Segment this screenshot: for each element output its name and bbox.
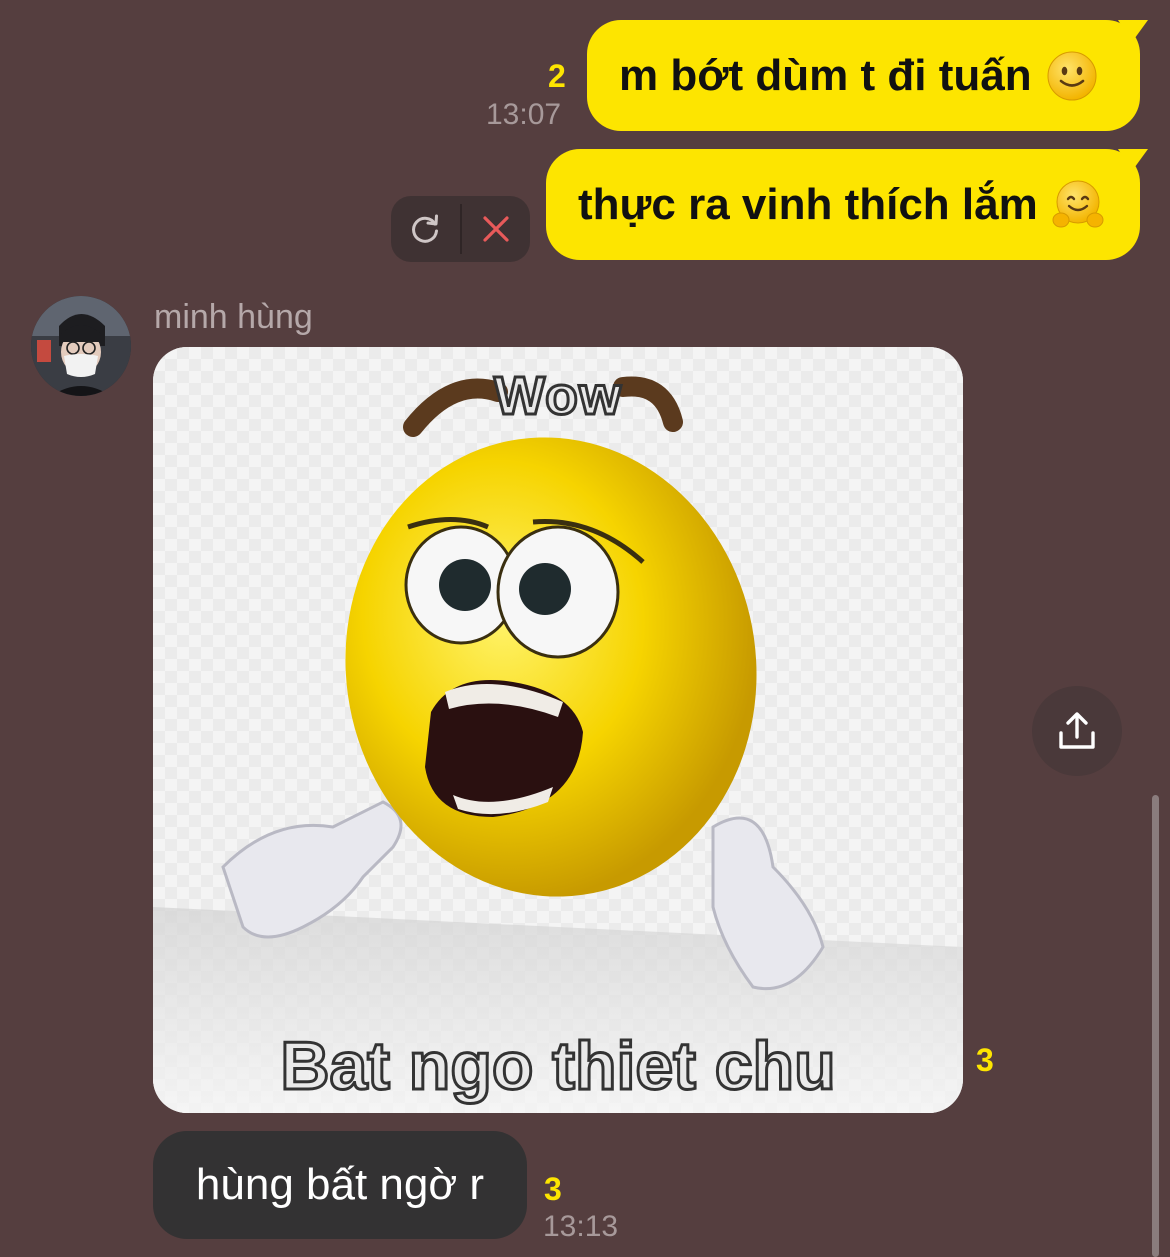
sender-name: minh hùng: [154, 298, 313, 336]
failed-message-actions: [391, 196, 530, 262]
incoming-message-bubble[interactable]: hùng bất ngờ r: [153, 1131, 527, 1239]
image-message[interactable]: Wow Bat ngo thiet chu: [153, 347, 963, 1113]
message-time: 13:13: [543, 1210, 619, 1243]
bubble-tail-icon: [1118, 149, 1148, 171]
message-text: m bớt dùm t đi tuấn: [619, 50, 1032, 100]
avatar[interactable]: [31, 296, 131, 396]
read-count: 3: [544, 1171, 562, 1207]
share-button[interactable]: [1032, 686, 1122, 776]
retry-button[interactable]: [391, 196, 460, 262]
scrollbar[interactable]: [1152, 795, 1159, 1257]
meme-image: [153, 347, 963, 1113]
read-count: 3: [976, 1042, 994, 1078]
refresh-icon: [412, 214, 439, 243]
cancel-button[interactable]: [462, 196, 531, 262]
outgoing-message-bubble[interactable]: m bớt dùm t đi tuấn: [587, 20, 1148, 131]
slightly-smiling-face-emoji: [1047, 51, 1097, 100]
message-text: hùng bất ngờ r: [195, 1160, 485, 1209]
meme-top-text: Wow: [493, 365, 623, 428]
share-upload-icon: [1059, 712, 1095, 749]
avatar-photo: [31, 296, 131, 396]
meme-bottom-text: Bat ngo thiet chu: [279, 1027, 837, 1106]
close-icon: [483, 216, 509, 242]
message-text: thực ra vinh thích lắm: [578, 179, 1038, 229]
message-time: 13:07: [486, 98, 562, 131]
outgoing-message-bubble[interactable]: thực ra vinh thích lắm: [546, 149, 1148, 260]
bubble-tail-icon: [1118, 20, 1148, 42]
hugging-face-emoji: [1052, 180, 1104, 227]
read-count: 2: [548, 58, 566, 94]
